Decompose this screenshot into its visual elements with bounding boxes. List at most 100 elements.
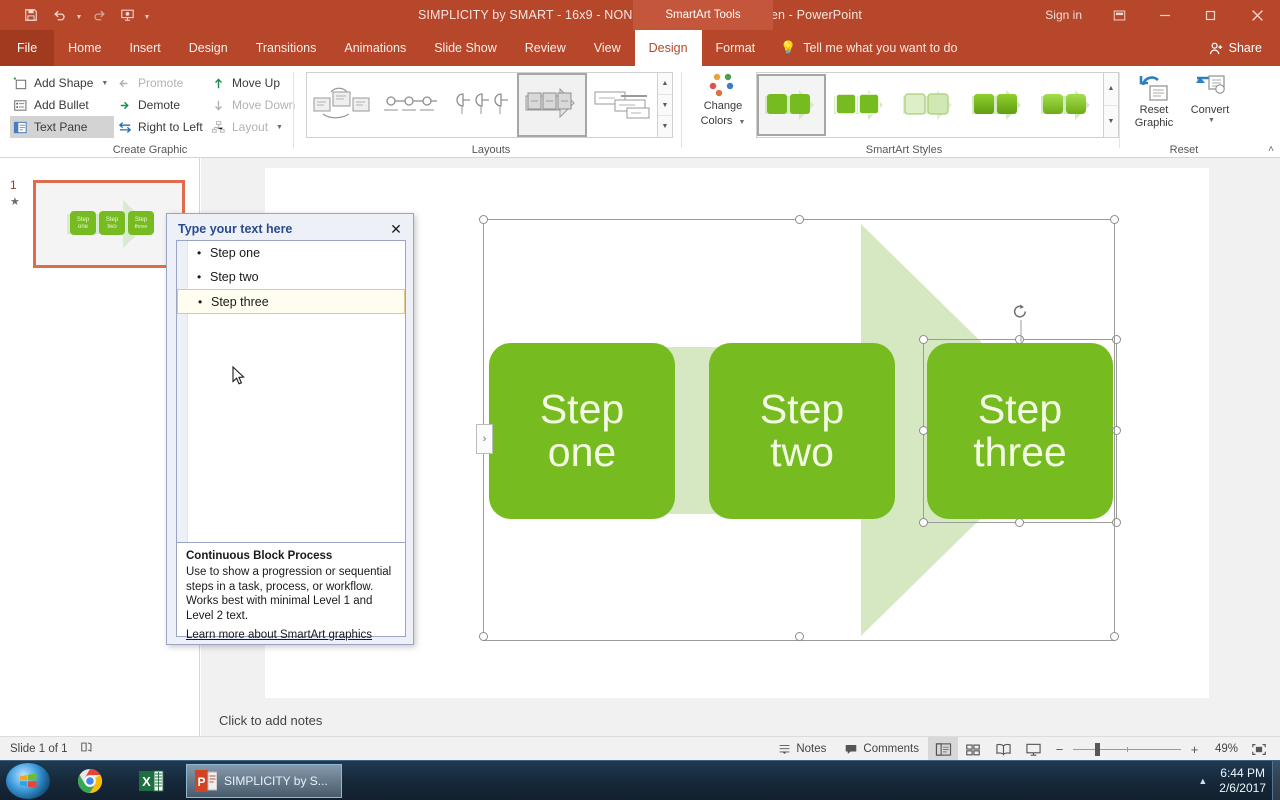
zoom-in-button[interactable]: +	[1188, 742, 1201, 757]
convert-dropdown-icon[interactable]: ▼	[1208, 117, 1215, 124]
close-icon[interactable]	[1234, 0, 1280, 30]
zoom-slider[interactable]: − +	[1048, 742, 1206, 757]
text-pane-item-step-three[interactable]: Step three	[177, 289, 405, 314]
excel-taskbar-icon[interactable]: X	[128, 764, 174, 798]
show-hidden-icons-icon[interactable]: ▲	[1186, 776, 1219, 786]
promote-button[interactable]: Promote	[114, 72, 208, 94]
powerpoint-taskbar-icon[interactable]: P SIMPLICITY by S...	[186, 764, 342, 798]
container-handle-bottom-right[interactable]	[1110, 632, 1119, 641]
text-pane-item-step-two[interactable]: Step two	[188, 265, 405, 289]
slide-sorter-view-button[interactable]	[958, 737, 988, 761]
tab-transitions[interactable]: Transitions	[242, 30, 331, 66]
layout-dropdown-icon[interactable]: ▼	[276, 124, 283, 131]
convert-button[interactable]: Convert ▼	[1182, 72, 1238, 124]
add-bullet-icon	[12, 97, 29, 114]
sign-in-button[interactable]: Sign in	[1031, 8, 1096, 22]
style-intense-effect[interactable]	[1034, 74, 1103, 136]
text-pane-button[interactable]: Text Pane	[10, 116, 114, 138]
demote-button[interactable]: Demote	[114, 94, 208, 116]
layout-circle-accent-timeline[interactable]	[447, 73, 517, 137]
layout-increasing-circle-process[interactable]	[587, 73, 657, 137]
move-up-button[interactable]: Move Up	[208, 72, 300, 94]
show-desktop-button[interactable]	[1272, 761, 1280, 800]
zoom-level-label[interactable]: 49%	[1206, 743, 1244, 755]
smartart-styles-scrollbar[interactable]: ▲ ▼	[1104, 72, 1119, 138]
scroll-down-icon[interactable]: ▼	[658, 95, 672, 117]
tab-animations[interactable]: Animations	[330, 30, 420, 66]
learn-more-link[interactable]: Learn more about SmartArt graphics	[186, 629, 372, 641]
comments-button[interactable]: Comments	[835, 737, 928, 761]
layout-continuous-block-process[interactable]	[516, 73, 588, 137]
tab-insert[interactable]: Insert	[116, 30, 175, 66]
zoom-track[interactable]	[1073, 742, 1181, 756]
more-layouts-icon[interactable]: ▼	[658, 116, 672, 137]
zoom-thumb[interactable]	[1095, 742, 1100, 756]
tab-view[interactable]: View	[580, 30, 635, 66]
tab-slide-show[interactable]: Slide Show	[420, 30, 511, 66]
layout-button[interactable]: Layout ▼	[208, 116, 300, 138]
style-subtle-effect[interactable]	[896, 74, 965, 136]
scroll-up-icon[interactable]: ▲	[1104, 73, 1118, 106]
demote-label: Demote	[138, 98, 181, 112]
layout-icon	[210, 119, 227, 136]
layouts-gallery	[306, 72, 658, 138]
container-handle-bottom-left[interactable]	[479, 632, 488, 641]
slide-thumbnail-1[interactable]: Step one Step two Step three	[33, 180, 185, 268]
normal-view-button[interactable]	[928, 737, 958, 761]
layout-basic-timeline[interactable]	[377, 73, 447, 137]
text-pane-list[interactable]: Step one Step two Step three	[176, 240, 406, 550]
fit-slide-to-window-icon[interactable]	[1244, 737, 1274, 761]
reset-graphic-button[interactable]: Reset Graphic	[1126, 72, 1182, 130]
ribbon-tab-strip: File Home Insert Design Transitions Anim…	[0, 30, 1280, 66]
container-handle-bottom-center[interactable]	[795, 632, 804, 641]
ribbon-display-options-icon[interactable]	[1096, 0, 1142, 30]
collapse-ribbon-button[interactable]: ˄	[1268, 144, 1274, 155]
scroll-up-icon[interactable]: ▲	[658, 73, 672, 95]
change-colors-dropdown-icon[interactable]: ▼	[738, 119, 745, 126]
notes-pane[interactable]: Click to add notes	[201, 705, 1280, 736]
container-handle-top-center[interactable]	[795, 215, 804, 224]
clock-time: 6:44 PM	[1220, 766, 1265, 780]
style-white-outline[interactable]	[826, 74, 895, 136]
slide-counter: Slide 1 of 1	[10, 743, 68, 755]
reading-view-button[interactable]	[988, 737, 1018, 761]
tab-file[interactable]: File	[0, 30, 55, 66]
slide-show-button[interactable]	[1018, 737, 1048, 761]
add-shape-button[interactable]: Add Shape ▼	[10, 72, 114, 94]
add-shape-dropdown-icon[interactable]: ▼	[101, 80, 108, 87]
right-to-left-button[interactable]: Right to Left	[114, 116, 208, 138]
tell-me-placeholder: Tell me what you want to do	[803, 41, 958, 55]
smartart-text-pane[interactable]: Type your text here ✕ Step one Step two …	[166, 213, 414, 645]
share-button[interactable]: Share	[1199, 35, 1272, 61]
tab-design[interactable]: Design	[175, 30, 242, 66]
chrome-taskbar-icon[interactable]	[68, 764, 112, 798]
tell-me-search[interactable]: 💡 Tell me what you want to do	[780, 30, 957, 66]
restore-icon[interactable]	[1188, 0, 1234, 30]
close-icon[interactable]: ✕	[387, 220, 405, 238]
layout-random-to-result-process[interactable]	[307, 73, 377, 137]
accessibility-check-icon[interactable]	[80, 740, 94, 759]
svg-text:one: one	[78, 224, 89, 230]
clock[interactable]: 6:44 PM 2/6/2017	[1219, 766, 1280, 796]
tab-smartart-format[interactable]: Format	[702, 30, 770, 66]
minimize-icon[interactable]	[1142, 0, 1188, 30]
add-bullet-button[interactable]: Add Bullet	[10, 94, 114, 116]
svg-text:X: X	[142, 774, 151, 789]
tab-smartart-design[interactable]: Design	[634, 30, 702, 66]
style-moderate-effect[interactable]	[965, 74, 1034, 136]
zoom-out-button[interactable]: −	[1053, 742, 1066, 757]
text-pane-toggle-button[interactable]: ›	[476, 424, 493, 454]
change-colors-button[interactable]: Change Colors ▼	[694, 72, 752, 140]
tab-review[interactable]: Review	[511, 30, 580, 66]
promote-icon	[116, 75, 133, 92]
notes-button[interactable]: Notes	[769, 737, 835, 761]
container-handle-top-right[interactable]	[1110, 215, 1119, 224]
move-down-button[interactable]: Move Down	[208, 94, 300, 116]
tab-home[interactable]: Home	[54, 30, 115, 66]
text-pane-item-step-one[interactable]: Step one	[188, 241, 405, 265]
windows-start-icon[interactable]	[6, 763, 50, 799]
style-simple-fill[interactable]	[757, 74, 827, 136]
container-handle-top-left[interactable]	[479, 215, 488, 224]
layouts-gallery-scrollbar[interactable]: ▲ ▼ ▼	[658, 72, 673, 138]
scroll-down-icon[interactable]: ▼	[1104, 106, 1118, 138]
